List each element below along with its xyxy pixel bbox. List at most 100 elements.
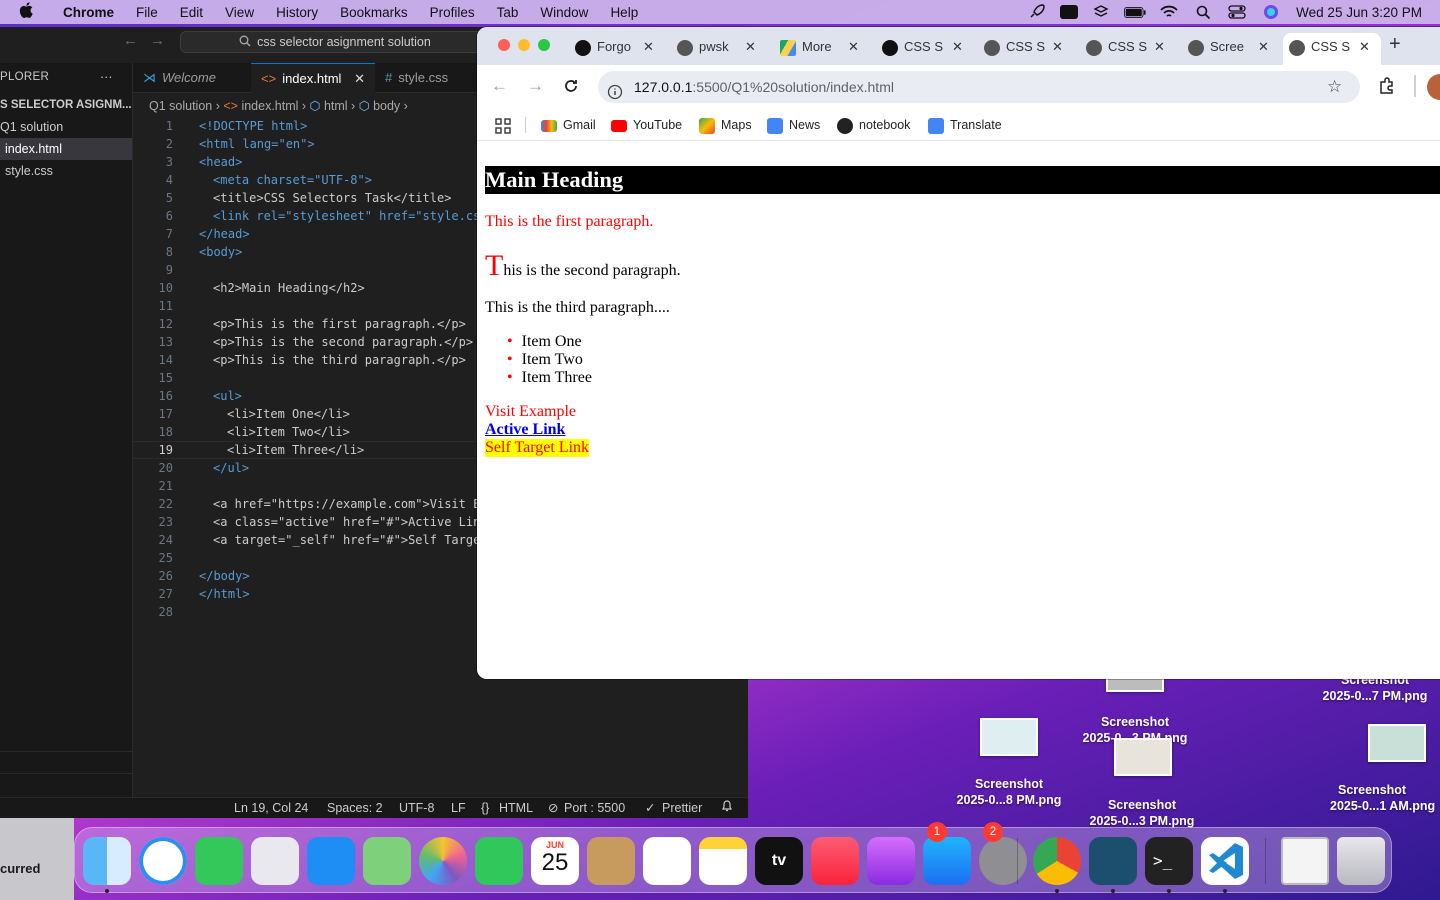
maps-icon[interactable]: [363, 837, 411, 885]
status-cursor-position[interactable]: Ln 19, Col 24: [234, 798, 308, 818]
bell-icon[interactable]: [721, 798, 733, 818]
close-icon[interactable]: ✕: [1052, 33, 1063, 61]
profile-avatar[interactable]: [1427, 74, 1440, 100]
status-eol[interactable]: LF: [451, 798, 466, 818]
trash-icon[interactable]: [1337, 837, 1385, 885]
link-active[interactable]: Active Link: [485, 421, 589, 439]
menu-view[interactable]: View: [214, 5, 265, 20]
status-indentation[interactable]: Spaces: 2: [327, 798, 383, 818]
desktop-file[interactable]: Screenshot 2025-0...1 AM.png: [1330, 782, 1440, 814]
reminders-icon[interactable]: [643, 837, 691, 885]
menu-edit[interactable]: Edit: [169, 5, 214, 20]
menu-help[interactable]: Help: [599, 5, 649, 20]
status-language[interactable]: HTML: [499, 798, 533, 818]
launchpad-icon[interactable]: [251, 837, 299, 885]
bookmark-notebook[interactable]: notebook: [837, 109, 910, 141]
close-icon[interactable]: ✕: [1154, 33, 1165, 61]
desktop-file-thumbnail[interactable]: [980, 718, 1038, 756]
app-store-icon[interactable]: [923, 837, 971, 885]
wifi-icon[interactable]: [1158, 5, 1180, 19]
calendar-icon[interactable]: JUN 25: [531, 837, 579, 885]
battery-icon[interactable]: [1124, 5, 1146, 19]
breadcrumb-folder[interactable]: Q1 solution: [149, 99, 212, 113]
more-actions-icon[interactable]: ···: [100, 66, 113, 88]
vscode-icon[interactable]: [1201, 837, 1249, 885]
contacts-icon[interactable]: [587, 837, 635, 885]
chrome-tab[interactable]: CSS S ✕: [984, 33, 1076, 65]
layers-icon[interactable]: [1090, 5, 1112, 19]
bookmark-gmail[interactable]: Gmail: [541, 109, 596, 141]
menu-file[interactable]: File: [125, 5, 169, 20]
apple-tv-icon[interactable]: tv: [755, 837, 803, 885]
terminal-icon[interactable]: >_: [1145, 837, 1193, 885]
desktop-file-thumbnail[interactable]: [1368, 724, 1426, 762]
system-settings-icon[interactable]: [979, 837, 1027, 885]
file-style-css[interactable]: style.css: [0, 160, 53, 182]
breadcrumb-html[interactable]: html: [324, 99, 348, 113]
menu-history[interactable]: History: [265, 5, 329, 20]
facetime-icon[interactable]: [475, 837, 523, 885]
menu-app-name[interactable]: Chrome: [52, 5, 125, 20]
close-icon[interactable]: ✕: [745, 33, 756, 61]
close-window-button[interactable]: [498, 39, 510, 51]
apps-grid-icon[interactable]: [495, 109, 511, 141]
mysql-workbench-icon[interactable]: [1089, 837, 1137, 885]
reload-icon[interactable]: [563, 78, 579, 99]
tab-index-html[interactable]: <> index.html ✕: [251, 63, 375, 93]
bookmark-youtube[interactable]: YouTube: [611, 109, 682, 141]
site-info-icon[interactable]: [607, 79, 623, 111]
link-visit-example[interactable]: Visit Example: [485, 403, 589, 421]
close-icon[interactable]: ✕: [643, 33, 654, 61]
desktop-file[interactable]: Screenshot 2025-0...3 PM.png: [1077, 797, 1207, 829]
safari-icon[interactable]: [139, 837, 187, 885]
chrome-tab[interactable]: Forgo ✕: [575, 33, 667, 65]
bookmark-news[interactable]: News: [767, 109, 820, 141]
chrome-tab[interactable]: pwsk ✕: [677, 33, 769, 65]
desktop-file[interactable]: Screenshot 2025-0...8 PM.png: [944, 776, 1074, 808]
mail-icon[interactable]: [307, 837, 355, 885]
address-bar[interactable]: 127.0.0.1:5500/Q1%20solution/index.html …: [598, 71, 1360, 103]
music-icon[interactable]: [811, 837, 859, 885]
chrome-icon[interactable]: [1033, 837, 1081, 885]
breadcrumb-file[interactable]: index.html: [241, 99, 298, 113]
status-prettier[interactable]: Prettier: [662, 798, 702, 818]
notes-icon[interactable]: [699, 837, 747, 885]
bookmark-translate[interactable]: Translate: [928, 109, 1002, 141]
menu-window[interactable]: Window: [529, 5, 599, 20]
rocket-icon[interactable]: [1026, 4, 1048, 19]
apple-icon[interactable]: [0, 1, 52, 23]
zoom-window-button[interactable]: [538, 39, 550, 51]
desktop-file-thumbnail[interactable]: [1114, 738, 1172, 776]
minimize-window-button[interactable]: [518, 39, 530, 51]
menu-tab[interactable]: Tab: [486, 5, 530, 20]
close-icon[interactable]: ✕: [354, 64, 365, 94]
nvidia-icon[interactable]: [1060, 5, 1079, 19]
bookmark-star-icon[interactable]: ☆: [1327, 71, 1342, 103]
back-arrow-icon[interactable]: ←: [491, 76, 508, 96]
chrome-tab[interactable]: CSS S ✕: [882, 33, 974, 65]
back-arrow-icon[interactable]: ←: [123, 32, 138, 49]
messages-icon[interactable]: [195, 837, 243, 885]
tab-style-css[interactable]: # style.css: [375, 63, 485, 93]
bookmark-maps[interactable]: Maps: [699, 109, 752, 141]
folder-q1-solution[interactable]: Q1 solution: [0, 116, 63, 138]
chrome-tab[interactable]: More ✕: [780, 33, 872, 65]
chrome-tab[interactable]: CSS S ✕: [1086, 33, 1178, 65]
chrome-tab[interactable]: Scree ✕: [1188, 33, 1280, 65]
close-icon[interactable]: ✕: [952, 33, 963, 61]
close-icon[interactable]: ✕: [1359, 33, 1370, 61]
menubar-datetime[interactable]: Wed 25 Jun 3:20 PM: [1288, 5, 1440, 20]
siri-icon[interactable]: [1260, 5, 1282, 19]
command-center-search[interactable]: css selector asignment solution: [180, 31, 490, 53]
project-folder-header[interactable]: S SELECTOR ASIGNM...: [0, 94, 132, 116]
tab-welcome[interactable]: ⋊ Welcome: [133, 63, 251, 93]
forward-arrow-icon[interactable]: →: [527, 76, 544, 96]
finder-icon[interactable]: [83, 837, 131, 885]
status-encoding[interactable]: UTF-8: [399, 798, 434, 818]
control-center-icon[interactable]: [1226, 5, 1248, 19]
file-index-html[interactable]: index.html: [0, 138, 132, 160]
status-live-server-port[interactable]: Port : 5500: [564, 798, 625, 818]
breadcrumb-body[interactable]: body: [373, 99, 400, 113]
chrome-tab-active[interactable]: CSS S ✕: [1283, 33, 1381, 65]
link-self-target[interactable]: Self Target Link: [485, 439, 590, 457]
